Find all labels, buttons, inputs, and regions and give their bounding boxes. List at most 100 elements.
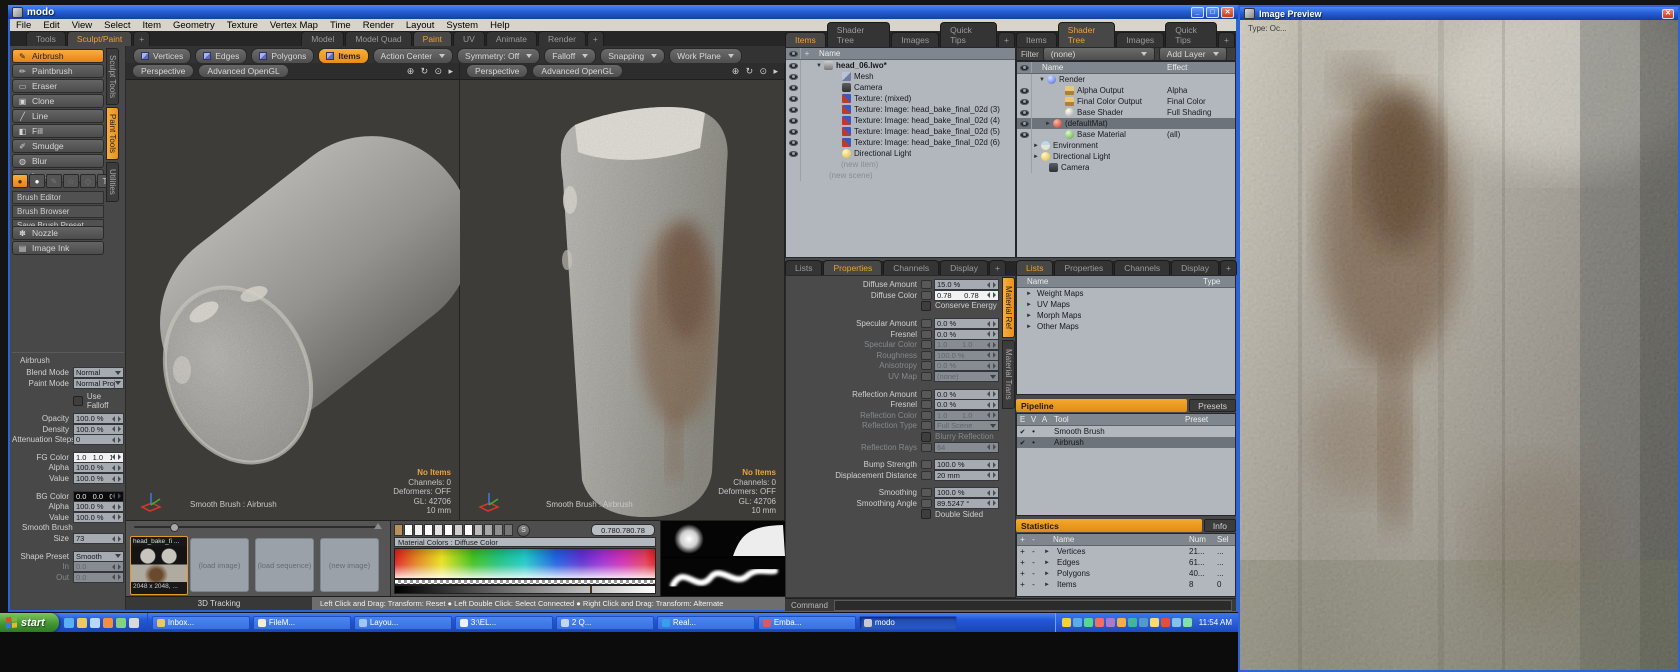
stepper-arrows[interactable]	[112, 454, 121, 461]
paint-tool-button[interactable]: ◧ Fill	[12, 124, 104, 138]
tray-icon[interactable]	[1128, 618, 1137, 627]
quick-launch-icon[interactable]	[90, 618, 100, 628]
expand-arrow[interactable]: ►	[1039, 571, 1051, 577]
channel-toggle[interactable]	[921, 460, 932, 469]
stepper-arrows[interactable]	[112, 563, 121, 570]
color-swatch[interactable]	[424, 524, 433, 536]
preview-close-button[interactable]: ✕	[1662, 9, 1674, 19]
viewport-left-canvas[interactable]	[126, 80, 460, 520]
property-field[interactable]: 1.0 1.0 1.0	[934, 339, 999, 350]
left-vertical-tab[interactable]: Utilities	[106, 162, 119, 202]
color-swatch[interactable]	[454, 524, 463, 536]
property-field[interactable]: 100.0 %	[934, 487, 999, 498]
panel-tab[interactable]: Channels	[883, 260, 939, 275]
panel-tab[interactable]: Channels	[1114, 260, 1170, 275]
items-tree-row[interactable]: Texture: Image: head_bake_final_02d (6)	[786, 137, 1015, 148]
panel-tab[interactable]: Items	[1016, 32, 1057, 47]
stepper-arrows[interactable]	[112, 475, 121, 482]
visibility-eye-icon[interactable]	[1017, 85, 1032, 96]
panel-tab[interactable]: Display	[1171, 260, 1219, 275]
panel-tab[interactable]: Images	[891, 32, 939, 47]
shader-tree-row[interactable]: Base Material (all)	[1017, 129, 1235, 140]
expand-arrow[interactable]: ▼	[1038, 77, 1046, 83]
visibility-eye-icon[interactable]	[1017, 74, 1032, 85]
expand-arrow[interactable]: ►	[1025, 313, 1033, 319]
channel-toggle[interactable]	[921, 390, 932, 399]
taskbar-task-button[interactable]: 3:\EL...	[455, 616, 553, 630]
stepper-arrows[interactable]	[987, 352, 996, 359]
visibility-eye-icon[interactable]	[1017, 96, 1032, 107]
viewport-type-button[interactable]: Perspective	[132, 64, 194, 78]
stepper-arrows[interactable]	[987, 461, 996, 468]
items-tree-row[interactable]: Mesh	[786, 71, 1015, 82]
property-field[interactable]: 15.0 %	[934, 279, 999, 290]
stepper-arrows[interactable]	[112, 574, 121, 581]
layout-tab[interactable]: +	[133, 31, 150, 46]
rotate-icon[interactable]: ↻	[746, 66, 754, 76]
property-field[interactable]: 0	[73, 434, 124, 445]
zoom-icon[interactable]: ⊙	[760, 66, 768, 76]
shader-tree-row[interactable]: Base Shader Full Shading	[1017, 107, 1235, 118]
channel-toggle[interactable]	[921, 330, 932, 339]
property-field[interactable]: 100.0 %	[73, 413, 124, 424]
property-field[interactable]: 0.0 %	[934, 360, 999, 371]
property-field[interactable]: Smooth	[73, 551, 124, 562]
material-side-tab[interactable]: Material Ref	[1002, 277, 1015, 338]
visible-dot[interactable]: •	[1028, 438, 1039, 447]
color-swatch[interactable]	[404, 524, 413, 536]
property-field[interactable]: 100.0 %	[934, 350, 999, 361]
pipeline-tool-row[interactable]: ✔ • Smooth Brush	[1017, 426, 1235, 437]
menu-item[interactable]: Vertex Map	[264, 20, 324, 31]
channel-toggle[interactable]	[921, 351, 932, 360]
channel-toggle[interactable]	[921, 291, 932, 300]
stepper-arrows[interactable]	[112, 464, 121, 471]
shader-tree-row[interactable]: Alpha Output Alpha	[1017, 85, 1235, 96]
visibility-eye-icon[interactable]	[1017, 118, 1032, 129]
expand-arrow[interactable]: ▼	[815, 63, 823, 69]
statistics-title[interactable]: Statistics	[1016, 519, 1202, 532]
channel-toggle[interactable]	[921, 488, 932, 497]
property-field[interactable]: 0.0	[73, 572, 124, 583]
shader-effect-value[interactable]: Alpha	[1167, 86, 1187, 95]
items-tree-row[interactable]: Texture: (mixed)	[786, 93, 1015, 104]
expand-arrow[interactable]: ►	[1039, 560, 1051, 566]
paint-tool-button[interactable]: ◍ Blur	[12, 154, 104, 168]
channel-toggle[interactable]	[921, 411, 932, 420]
items-tree-row[interactable]: ▼ head_06.lwo*	[786, 60, 1015, 71]
property-field[interactable]: 0.0	[73, 561, 124, 572]
taskbar-task-button[interactable]: Real...	[657, 616, 755, 630]
checkbox[interactable]	[921, 509, 931, 519]
stepper-arrows[interactable]	[987, 341, 996, 348]
visibility-eye-icon[interactable]	[786, 159, 801, 170]
color-swatch[interactable]	[484, 524, 493, 536]
view-tab[interactable]: UV	[453, 31, 485, 46]
toolbar-dropdown[interactable]: Symmetry: Off	[457, 48, 540, 64]
tray-icon[interactable]	[1073, 618, 1082, 627]
expand-arrow[interactable]: ►	[1025, 291, 1033, 297]
checkbox[interactable]	[73, 396, 83, 406]
tray-icon[interactable]	[1139, 618, 1148, 627]
brush-tip-button[interactable]: ●	[12, 174, 28, 188]
panel-tab[interactable]: +	[998, 32, 1015, 47]
property-field[interactable]: (none)	[934, 371, 999, 382]
paint-tool-button[interactable]: ✏ Paintbrush	[12, 64, 104, 78]
channel-toggle[interactable]	[921, 340, 932, 349]
visibility-eye-icon[interactable]	[1017, 129, 1032, 140]
channel-toggle[interactable]	[921, 400, 932, 409]
component-mode-button[interactable]: Polygons	[251, 48, 314, 64]
items-tree-row[interactable]: Texture: Image: head_bake_final_02d (3)	[786, 104, 1015, 115]
visibility-eye-icon[interactable]	[1017, 151, 1032, 162]
value-marker[interactable]	[590, 586, 592, 593]
expand-plus[interactable]: +	[1017, 558, 1028, 567]
visibility-eye-icon[interactable]	[786, 115, 801, 126]
pipeline-tool-row[interactable]: ✔ • Airbrush	[1017, 437, 1235, 448]
command-input[interactable]	[834, 600, 1232, 611]
property-field[interactable]: Normal	[73, 367, 124, 378]
layout-tab[interactable]: Tools	[26, 31, 66, 46]
more-icon[interactable]: ▸	[773, 66, 778, 76]
stepper-arrows[interactable]	[112, 514, 121, 521]
visibility-eye-icon[interactable]	[786, 137, 801, 148]
tray-icon[interactable]	[1183, 618, 1192, 627]
stepper-arrows[interactable]	[987, 331, 996, 338]
stepper-arrows[interactable]	[987, 500, 996, 507]
